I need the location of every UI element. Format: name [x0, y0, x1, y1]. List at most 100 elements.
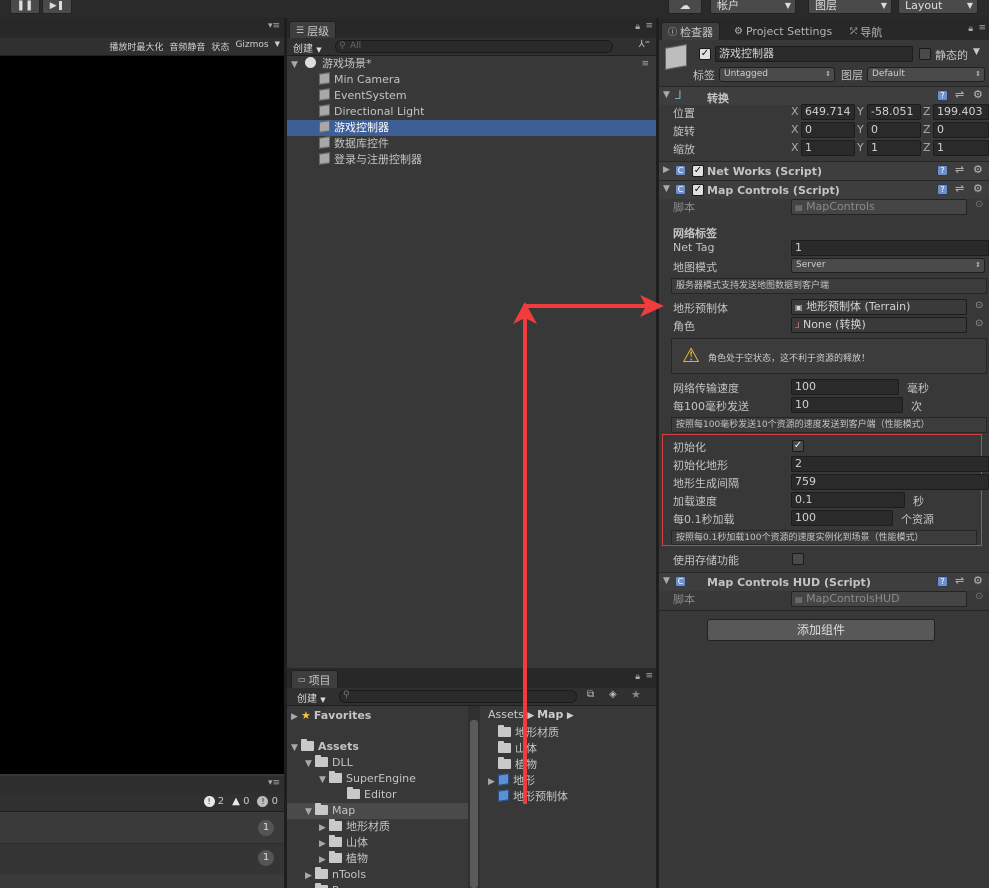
preset-icon[interactable]: ⇌ [955, 163, 964, 176]
axis-label[interactable]: Y [857, 141, 864, 154]
panel-menu-icon[interactable]: ▾≡ [268, 778, 280, 788]
axis-label[interactable]: Y [857, 105, 864, 118]
static-checkbox[interactable] [919, 48, 931, 60]
account-dropdown[interactable]: 帐户 ▼ [710, 0, 796, 14]
favorite-star-icon[interactable]: ★ [631, 688, 641, 701]
hierarchy-item[interactable]: EventSystem [287, 88, 656, 104]
project-tree-item[interactable]: ▶ 山体 [287, 835, 468, 851]
expand-arrow-icon[interactable]: ▼ [319, 772, 329, 788]
pause-button[interactable]: ❚❚ [10, 0, 40, 14]
axis-label[interactable]: Y [857, 123, 864, 136]
terrain-prefab-field[interactable]: ▣ 地形预制体 (Terrain) [791, 299, 967, 315]
gear-icon[interactable]: ⚙ [973, 88, 983, 101]
preset-icon[interactable]: ⇌ [955, 182, 964, 195]
asset-item[interactable]: 地形材质 [482, 725, 559, 741]
object-picker-icon[interactable]: ⊙ [975, 591, 983, 602]
add-component-button[interactable]: 添加组件 [707, 619, 935, 641]
hud-component-header[interactable]: ▼ C Map Controls HUD (Script) ? ⇌ ⚙ [659, 572, 989, 591]
help-icon[interactable]: ? [937, 165, 948, 176]
per01-field[interactable]: 100 [791, 510, 893, 526]
transform-position-y-field[interactable]: -58.051 [867, 104, 921, 120]
expand-arrow-icon[interactable]: ▶ [305, 868, 315, 884]
tab-project[interactable]: ▭ 项目 [291, 670, 338, 688]
panel-menu-icon[interactable]: ≡ [645, 671, 653, 681]
init-checkbox[interactable]: ✓ [792, 440, 804, 452]
asset-item[interactable]: 山体 [482, 741, 537, 757]
label-tag-icon[interactable]: ◈ [609, 689, 617, 700]
search-input[interactable]: ⚲ All [335, 40, 613, 53]
expand-arrow-icon[interactable]: ▼ [291, 57, 301, 73]
transform-header[interactable]: ▼ ⅃ 转换 ? ⇌ ⚙ [659, 86, 989, 105]
filter-icon[interactable]: ⅄⁼ [639, 39, 650, 50]
project-scrollbar[interactable] [468, 706, 480, 888]
error-count-toggle[interactable]: ! 2 [203, 796, 224, 807]
preset-icon[interactable]: ⇌ [955, 88, 964, 101]
help-icon[interactable]: ? [937, 90, 948, 101]
init-terrain-field[interactable]: 2 [791, 456, 989, 472]
net-tag-field[interactable]: 1 [791, 240, 989, 256]
scroll-thumb[interactable] [470, 720, 478, 888]
expand-arrow-icon[interactable]: ▼ [663, 90, 673, 100]
lock-icon[interactable]: 🔒︎ [968, 24, 973, 34]
transform-rotation-z-field[interactable]: 0 [933, 122, 989, 138]
help-icon[interactable]: ? [937, 184, 948, 195]
hierarchy-item[interactable]: Directional Light [287, 104, 656, 120]
expand-arrow-icon[interactable]: ▼ [663, 576, 673, 586]
object-name-field[interactable]: 游戏控制器 [715, 46, 913, 62]
component-enabled-checkbox[interactable]: ✓ [692, 184, 704, 196]
layout-dropdown[interactable]: Layout ▼ [898, 0, 978, 14]
expand-arrow-icon[interactable]: ▼ [305, 804, 315, 820]
transform-scale-x-field[interactable]: 1 [801, 140, 855, 156]
object-picker-icon[interactable]: ⊙ [975, 199, 983, 210]
object-picker-icon[interactable]: ⊙ [975, 300, 983, 311]
preset-icon[interactable]: ⇌ [955, 574, 964, 587]
gen-interval-field[interactable]: 759 [791, 474, 989, 490]
object-picker-icon[interactable]: ⊙ [975, 318, 983, 329]
project-tree-item[interactable]: ▼ SuperEngine [287, 771, 468, 787]
tab-navigation[interactable]: ⤱ 导航 [843, 22, 889, 40]
transform-position-z-field[interactable]: 199.403 [933, 104, 989, 120]
filter-type-icon[interactable]: ⧉ [587, 689, 594, 700]
hierarchy-item[interactable]: 游戏控制器 [287, 120, 656, 136]
project-tree-item[interactable]: ▶ 植物 [287, 851, 468, 867]
asset-item[interactable]: 植物 [482, 757, 537, 773]
tag-dropdown[interactable]: Untagged ⇕ [719, 67, 835, 82]
active-checkbox[interactable]: ✓ [699, 48, 711, 60]
breadcrumb-item[interactable]: Assets [488, 708, 524, 721]
storage-checkbox[interactable] [792, 553, 804, 565]
hierarchy-item[interactable]: 数据库控件 [287, 136, 656, 152]
networks-component-header[interactable]: ▶ C ✓ Net Works (Script) ? ⇌ ⚙ [659, 161, 989, 180]
map-mode-dropdown[interactable]: Server ⇕ [791, 258, 985, 273]
expand-arrow-icon[interactable]: ▶ [319, 820, 329, 836]
help-icon[interactable]: ? [937, 576, 948, 587]
project-tree-item[interactable]: ▶ nTools [287, 867, 468, 883]
axis-label[interactable]: Z [923, 141, 931, 154]
expand-arrow-icon[interactable]: ▶ [663, 165, 673, 175]
axis-label[interactable]: Z [923, 123, 931, 136]
project-tree-item[interactable]: ▶ 地形材质 [287, 819, 468, 835]
search-input[interactable]: ⚲ [339, 690, 577, 703]
cloud-button[interactable]: ☁ [668, 0, 702, 14]
expand-arrow-icon[interactable]: ▶ [319, 836, 329, 852]
project-tree-item[interactable]: ▼ Map [287, 803, 468, 819]
transform-rotation-y-field[interactable]: 0 [867, 122, 921, 138]
lock-icon[interactable]: 🔒︎ [635, 22, 640, 32]
mapcontrols-component-header[interactable]: ▼ C ✓ Map Controls (Script) ? ⇌ ⚙ [659, 180, 989, 199]
axis-label[interactable]: Z [923, 105, 931, 118]
project-tree-item[interactable]: Editor [287, 787, 468, 803]
scene-row[interactable]: ▼ 游戏场景* ≡ [291, 56, 653, 72]
layer-dropdown[interactable]: Default ⇕ [867, 67, 985, 82]
axis-label[interactable]: X [791, 141, 799, 154]
project-tree-item[interactable]: P [287, 883, 468, 888]
expand-arrow-icon[interactable]: ▶ [291, 709, 301, 725]
layers-dropdown[interactable]: 图层 ▼ [808, 0, 892, 14]
tab-project-settings[interactable]: ⚙ Project Settings [727, 22, 839, 40]
lock-icon[interactable]: 🔒︎ [635, 672, 640, 682]
breadcrumb-item[interactable]: Map [537, 708, 563, 721]
warning-count-toggle[interactable]: ▲ 0 [232, 796, 249, 807]
game-view-canvas[interactable] [0, 56, 284, 774]
transform-scale-y-field[interactable]: 1 [867, 140, 921, 156]
create-dropdown[interactable]: 创建 ▼ [293, 40, 322, 55]
per100-field[interactable]: 10 [791, 397, 903, 413]
axis-label[interactable]: X [791, 123, 799, 136]
